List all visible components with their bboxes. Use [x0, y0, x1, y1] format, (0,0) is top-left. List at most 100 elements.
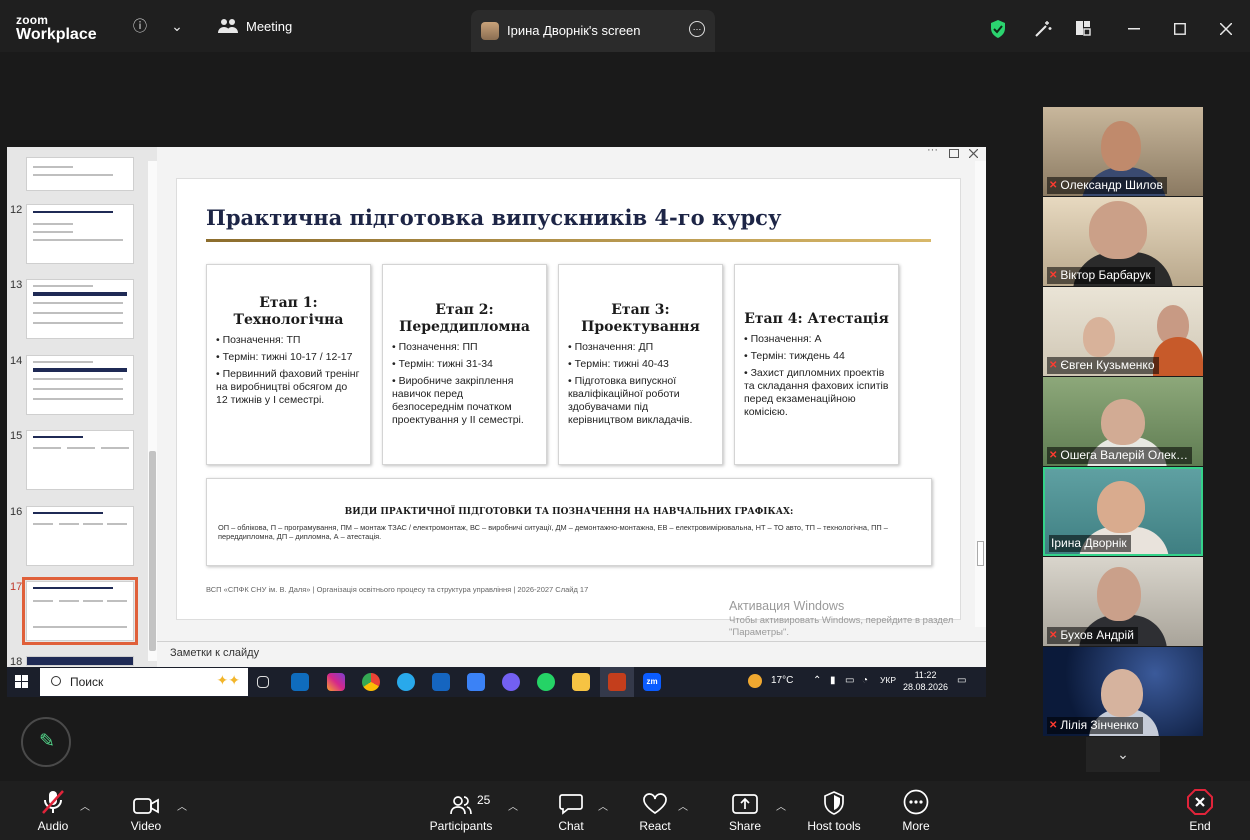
- search-placeholder: Поиск: [70, 675, 104, 689]
- stage-item: • Термін: тижні 10-17 / 12-17: [216, 351, 353, 363]
- more-options-icon[interactable]: ···: [927, 147, 938, 156]
- file-explorer-icon[interactable]: [572, 673, 590, 691]
- video-button[interactable]: Video: [124, 781, 168, 840]
- thumbnails-scrollbar[interactable]: [148, 161, 157, 661]
- stage-item: • Первинний фаховий тренінг на виробницт…: [216, 368, 360, 406]
- video-tile[interactable]: ✕ Бухов Андрій: [1043, 557, 1203, 646]
- slide-thumbnail-11[interactable]: [26, 157, 134, 191]
- microphone-tray-icon[interactable]: ▮: [830, 675, 836, 686]
- chat-options-caret[interactable]: ︿: [598, 798, 608, 813]
- more-options-icon[interactable]: …: [689, 21, 705, 37]
- tile-head: [1101, 669, 1143, 717]
- video-tile[interactable]: ✕ Олександр Шилов: [1043, 107, 1203, 196]
- participant-name: Ошега Валерій Олек…: [1060, 448, 1189, 462]
- audio-options-caret[interactable]: ︿: [80, 798, 90, 813]
- meeting-tab[interactable]: Meeting: [218, 18, 292, 34]
- weather-icon[interactable]: [748, 674, 762, 688]
- slide-thumbnail-17-current[interactable]: [22, 577, 138, 645]
- slide-number: 16: [10, 506, 23, 518]
- power-tray-icon[interactable]: ◔: [862, 675, 868, 686]
- share-screen-icon: [732, 794, 758, 814]
- restore-icon[interactable]: [949, 149, 959, 158]
- participants-options-caret[interactable]: ︿: [508, 798, 518, 813]
- presenter-avatar: [481, 22, 499, 40]
- slide-thumbnail-16[interactable]: [26, 506, 134, 566]
- slide-thumbnail-15[interactable]: [26, 430, 134, 490]
- shared-screen[interactable]: 12 13 14 15 16 17 18 ··· Практична підго…: [7, 147, 986, 697]
- chevron-down-icon[interactable]: ⌄: [167, 16, 187, 36]
- title-bar: zoom Workplace ⓘ ⌄ Meeting Ірина Дворнік…: [0, 0, 1250, 52]
- slide-thumbnail-13[interactable]: [26, 279, 134, 339]
- language-indicator[interactable]: УКР: [880, 675, 896, 685]
- chevron-down-icon: ⌄: [1117, 746, 1129, 762]
- copilot-sparkle-icon: ✦✦: [216, 672, 240, 688]
- stage-card-4: Етап 4: Атестація • Позначення: А • Термі…: [734, 264, 899, 465]
- stage-card-1: Етап 1: Технологічна • Позначення: ТП • Т…: [206, 264, 371, 465]
- slide-thumbnail-12[interactable]: [26, 204, 134, 264]
- end-meeting-button[interactable]: End: [1180, 781, 1220, 840]
- magic-wand-icon[interactable]: [1034, 20, 1052, 38]
- zoom-taskbar-icon[interactable]: zm: [643, 673, 661, 691]
- audio-button[interactable]: Audio: [30, 781, 76, 840]
- participants-button[interactable]: Participants: [428, 781, 494, 840]
- slide-canvas[interactable]: Практична підготовка випускників 4-го ку…: [176, 178, 961, 620]
- react-button[interactable]: React: [635, 781, 675, 840]
- react-options-caret[interactable]: ︿: [678, 798, 688, 813]
- stage-item: • Підготовка випускної кваліфікаційної р…: [568, 375, 693, 426]
- video-tile[interactable]: ✕ Віктор Барбарук: [1043, 197, 1203, 286]
- video-options-caret[interactable]: ︿: [177, 798, 187, 813]
- stage-heading: Етап 4: Атестація: [744, 311, 889, 327]
- windows-start-icon[interactable]: [15, 675, 28, 688]
- video-tile[interactable]: ✕ Євген Кузьменко: [1043, 287, 1203, 376]
- outlook-icon[interactable]: [291, 673, 309, 691]
- minimize-icon[interactable]: [1128, 28, 1140, 30]
- monitor-tray-icon[interactable]: ▭: [845, 675, 854, 686]
- react-label: React: [639, 819, 671, 833]
- slide-scrollbar[interactable]: [975, 161, 986, 627]
- stage-card-2: Етап 2: Переддипломна • Позначення: ПП • …: [382, 264, 547, 465]
- more-button[interactable]: More: [896, 781, 936, 840]
- video-tile-active-speaker[interactable]: Ірина Дворнік: [1043, 467, 1203, 556]
- slide-thumbnail-18[interactable]: [26, 656, 134, 666]
- tile-head: [1097, 481, 1145, 533]
- practice-kinds-heading: ВИДИ ПРАКТИЧНОЇ ПІДГОТОВКИ ТА ПОЗНАЧЕННЯ…: [344, 507, 794, 517]
- notifications-icon[interactable]: ▭: [957, 675, 966, 686]
- pen-icon: ✎: [39, 731, 55, 752]
- task-view-icon[interactable]: [257, 676, 269, 688]
- security-shield-icon[interactable]: [989, 19, 1007, 39]
- share-button[interactable]: Share: [726, 781, 764, 840]
- taskbar-clock[interactable]: 11:22 28.08.2026: [903, 669, 948, 693]
- store-icon[interactable]: [467, 673, 485, 691]
- gallery-scroll-down-button[interactable]: ⌄: [1086, 737, 1160, 772]
- slide-notes-bar[interactable]: Заметки к слайду: [157, 641, 986, 667]
- close-icon[interactable]: [969, 149, 978, 158]
- chrome-icon[interactable]: [362, 673, 380, 691]
- chat-button[interactable]: Chat: [551, 781, 591, 840]
- tray-chevron-icon[interactable]: ⌃: [813, 675, 821, 686]
- mic-muted-icon: ✕: [1049, 720, 1058, 731]
- slide-thumbnail-14[interactable]: [26, 355, 134, 415]
- annotate-button[interactable]: ✎: [21, 717, 71, 767]
- defender-icon[interactable]: [432, 673, 450, 691]
- layout-view-icon[interactable]: [1075, 20, 1091, 36]
- telegram-icon[interactable]: [397, 673, 415, 691]
- maximize-icon[interactable]: [1174, 23, 1186, 35]
- close-icon[interactable]: [1220, 23, 1232, 35]
- video-tile[interactable]: ✕ Лілія Зінченко: [1043, 647, 1203, 736]
- share-label: Share: [728, 819, 762, 833]
- host-tools-button[interactable]: Host tools: [804, 781, 864, 840]
- video-tile[interactable]: ✕ Ошега Валерій Олек…: [1043, 377, 1203, 466]
- powerpoint-active-slot[interactable]: [600, 667, 634, 697]
- whatsapp-icon[interactable]: [537, 673, 555, 691]
- share-options-caret[interactable]: ︿: [776, 798, 786, 813]
- stage-item: • Позначення: ДП: [568, 341, 654, 353]
- viber-icon[interactable]: [502, 673, 520, 691]
- taskbar-search[interactable]: Поиск ✦✦: [40, 668, 248, 696]
- stage-heading: Етап 3: Проектування: [581, 302, 700, 335]
- participant-name: Бухов Андрій: [1060, 628, 1134, 642]
- share-screen-tab[interactable]: Ірина Дворнік's screen …: [471, 10, 715, 52]
- instagram-icon[interactable]: [327, 673, 345, 691]
- stage-item: • Позначення: А: [744, 333, 822, 345]
- info-icon[interactable]: ⓘ: [130, 16, 150, 36]
- clock-date: 28.08.2026: [903, 682, 949, 692]
